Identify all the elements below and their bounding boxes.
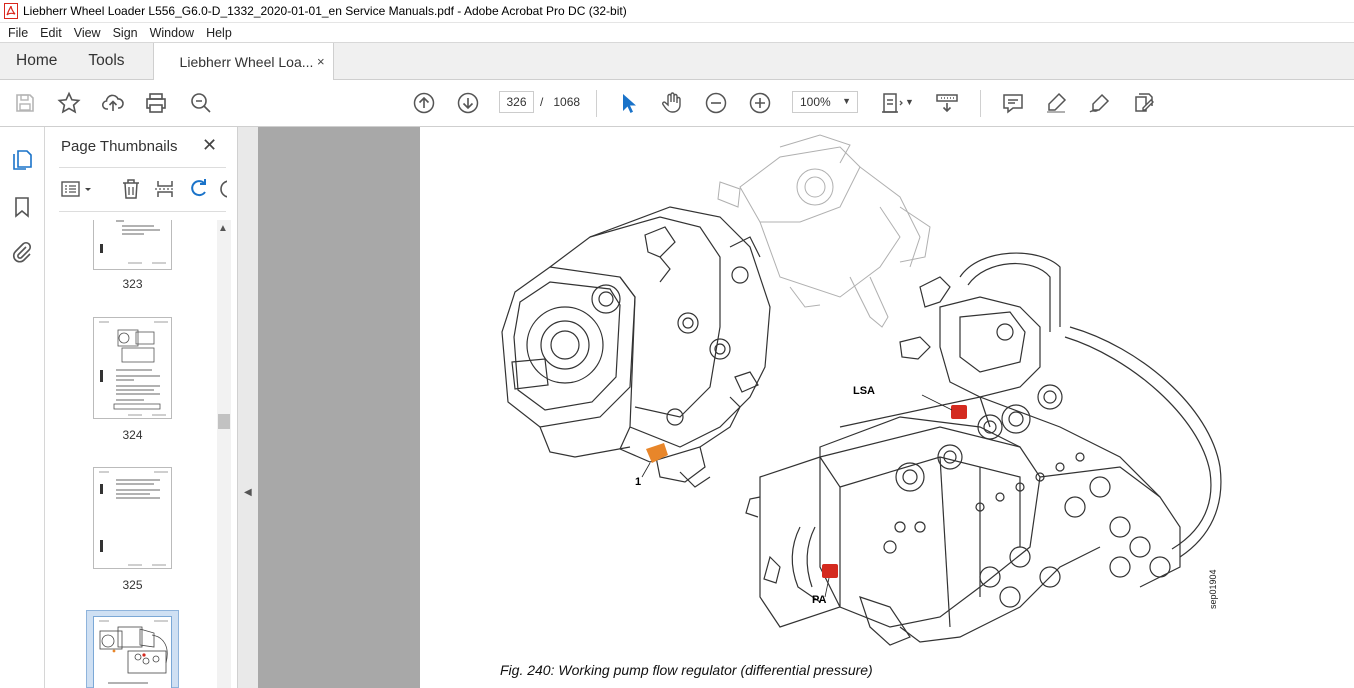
draw-pen-icon[interactable] <box>1088 91 1112 115</box>
zoom-in-icon[interactable] <box>748 91 772 115</box>
page-count: / 1068 <box>540 95 580 109</box>
previous-page-icon[interactable] <box>412 91 436 115</box>
zoom-out-icon[interactable] <box>704 91 728 115</box>
fit-page-icon[interactable] <box>880 91 904 115</box>
menu-help[interactable]: Help <box>200 26 238 40</box>
page-thumbnail-current[interactable] <box>93 616 172 688</box>
close-icon[interactable]: ✕ <box>202 135 217 156</box>
acrobat-icon <box>4 3 18 19</box>
attachments-icon[interactable] <box>10 240 34 264</box>
window-title: Liebherr Wheel Loader L556_G6.0-D_1332_2… <box>23 4 627 18</box>
thumbnail-label: 324 <box>122 428 143 442</box>
document-viewer[interactable]: LSA 1 PA sep01904 Fig. 240: Working pump… <box>258 127 1354 688</box>
delete-page-icon[interactable] <box>119 177 143 201</box>
panel-title: Page Thumbnails <box>61 138 178 155</box>
figure-code: sep01904 <box>1208 569 1218 609</box>
zoom-select[interactable]: 100% ▼ <box>792 91 858 113</box>
zoom-search-icon[interactable] <box>189 91 213 115</box>
thumbnail-label: 325 <box>122 578 143 592</box>
thumbnail-options-icon[interactable] <box>61 177 91 201</box>
thumbnails-panel: Page Thumbnails ✕ 323 324 325 ▲ <box>45 127 238 688</box>
fill-sign-icon[interactable] <box>1132 91 1156 115</box>
tab-document-label: Liebherr Wheel Loa... <box>179 54 314 70</box>
pdf-page: LSA 1 PA sep01904 Fig. 240: Working pump… <box>420 127 1354 688</box>
thumbnails-scrollbar[interactable]: ▲ <box>217 220 231 688</box>
select-cursor-icon[interactable] <box>616 91 640 115</box>
page-separator: / <box>540 95 544 109</box>
thumbnail-label: 323 <box>122 277 143 291</box>
figure-caption: Fig. 240: Working pump flow regulator (d… <box>500 662 873 678</box>
callout-lsa: LSA <box>853 385 875 397</box>
scroll-mode-icon[interactable] <box>935 91 959 115</box>
print-icon[interactable] <box>144 91 168 115</box>
fit-page-dropdown-icon[interactable]: ▼ <box>905 97 914 107</box>
menu-view[interactable]: View <box>68 26 107 40</box>
bookmarks-icon[interactable] <box>10 195 34 219</box>
total-pages: 1068 <box>553 95 581 109</box>
menu-bar: File Edit View Sign Window Help <box>0 23 1354 43</box>
tab-home[interactable]: Home <box>0 43 71 79</box>
current-page-input[interactable]: 326 <box>499 91 534 113</box>
page-thumbnails-icon[interactable] <box>10 148 34 172</box>
toolbar-divider <box>596 90 597 117</box>
extract-pages-icon[interactable] <box>153 177 177 201</box>
navigation-rail <box>0 127 45 688</box>
thumbnail-list: 323 324 325 <box>45 220 217 688</box>
toolbar-divider <box>980 90 981 117</box>
zoom-dropdown-icon: ▼ <box>842 96 851 106</box>
page-thumbnail[interactable] <box>93 220 172 270</box>
tab-document[interactable]: Liebherr Wheel Loa... × <box>152 43 334 81</box>
zoom-value: 100% <box>800 95 831 109</box>
callout-pa: PA <box>812 594 827 606</box>
menu-edit[interactable]: Edit <box>34 26 68 40</box>
tab-bar: Home Tools Liebherr Wheel Loa... × <box>0 43 1354 81</box>
upload-cloud-icon[interactable] <box>101 91 125 115</box>
main-toolbar: ▼ <box>0 80 1354 127</box>
panel-collapse-gutter: ◀ <box>238 127 258 688</box>
scrollbar-thumb[interactable] <box>218 414 230 429</box>
title-bar: Liebherr Wheel Loader L556_G6.0-D_1332_2… <box>0 0 1354 23</box>
star-icon[interactable] <box>57 91 81 115</box>
hand-tool-icon[interactable] <box>660 91 684 115</box>
scroll-up-icon[interactable]: ▲ <box>218 223 228 234</box>
callout-1: 1 <box>635 476 642 488</box>
tab-close-icon[interactable]: × <box>317 54 325 69</box>
next-page-icon[interactable] <box>456 91 480 115</box>
page-thumbnail[interactable] <box>93 317 172 419</box>
menu-sign[interactable]: Sign <box>107 26 144 40</box>
tab-tools[interactable]: Tools <box>71 43 141 79</box>
highlight-pen-icon[interactable] <box>1044 91 1068 115</box>
rotate-icon[interactable] <box>187 177 211 201</box>
page-thumbnail[interactable] <box>93 467 172 569</box>
comment-icon[interactable] <box>1001 91 1025 115</box>
collapse-panel-icon[interactable]: ◀ <box>244 487 252 498</box>
menu-window[interactable]: Window <box>144 26 200 40</box>
menu-file[interactable]: File <box>2 26 34 40</box>
more-tools-icon[interactable] <box>219 177 227 201</box>
panel-divider <box>59 211 226 212</box>
save-icon[interactable] <box>13 91 37 115</box>
panel-divider <box>59 167 226 168</box>
